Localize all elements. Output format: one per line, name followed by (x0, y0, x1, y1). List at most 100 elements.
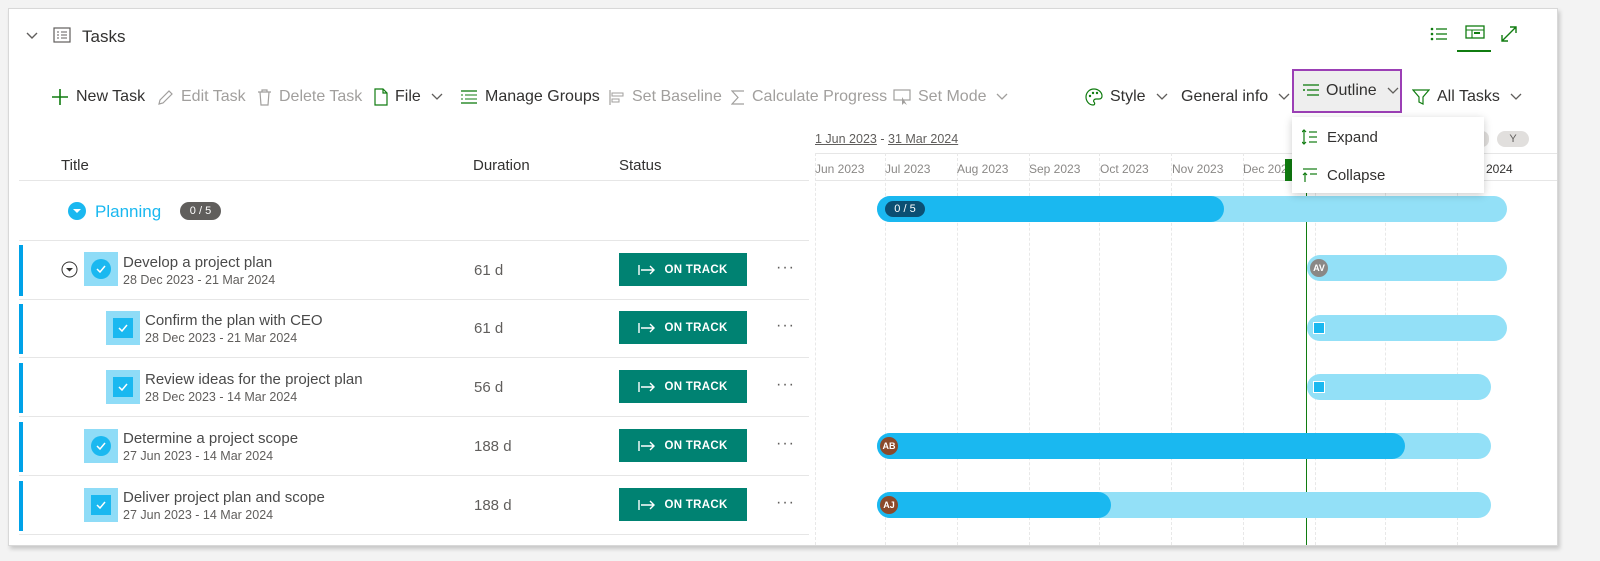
sigma-icon (731, 89, 744, 105)
task-dates: 28 Dec 2023 - 21 Mar 2024 (145, 331, 298, 345)
row-divider (19, 240, 809, 241)
status-badge[interactable]: ON TRACK (619, 488, 747, 521)
task-duration: 61 d (474, 320, 504, 337)
file-label: File (395, 88, 421, 105)
scale-toggle-year[interactable]: Y (1497, 131, 1529, 147)
manage-groups-label: Manage Groups (485, 88, 600, 105)
tasks-icon (53, 27, 71, 48)
file-menu-button[interactable]: File (374, 85, 450, 109)
check-icon (118, 324, 128, 332)
status-badge[interactable]: ON TRACK (619, 370, 747, 403)
filter-icon (1412, 89, 1430, 105)
avatar: AJ (880, 496, 898, 514)
chevron-down-icon (1510, 93, 1522, 100)
collapse-rows-icon (1302, 168, 1317, 182)
new-task-button[interactable]: New Task (51, 85, 145, 109)
chevron-down-icon (1387, 87, 1399, 94)
list-view-icon[interactable] (1430, 26, 1448, 47)
more-options-button[interactable]: ··· (776, 317, 795, 335)
task-checkbox[interactable] (84, 488, 118, 522)
status-badge[interactable]: ON TRACK (619, 429, 747, 462)
gantt-task-bar[interactable] (1307, 315, 1507, 341)
column-header-status[interactable]: Status (619, 157, 662, 174)
more-options-button[interactable]: ··· (776, 435, 795, 453)
row-indicator (19, 363, 23, 413)
status-label: ON TRACK (664, 321, 728, 334)
menu-item-collapse[interactable]: Collapse (1302, 163, 1385, 187)
delete-task-button[interactable]: Delete Task (257, 85, 362, 109)
arrow-right-bar-icon (638, 322, 656, 333)
gantt-task-bar[interactable] (1307, 374, 1491, 400)
task-title[interactable]: Review ideas for the project plan (145, 371, 363, 388)
arrow-right-bar-icon (638, 264, 656, 275)
group-collapse-icon[interactable] (68, 202, 86, 225)
general-info-button[interactable]: General info (1181, 85, 1297, 109)
task-title[interactable]: Confirm the plan with CEO (145, 312, 323, 329)
more-options-button[interactable]: ··· (776, 259, 795, 277)
range-separator: - (880, 132, 885, 146)
more-options-button[interactable]: ··· (776, 494, 795, 512)
task-title[interactable]: Determine a project scope (123, 430, 298, 447)
outline-button[interactable]: Outline (1292, 69, 1402, 113)
task-checkbox[interactable] (84, 252, 118, 286)
task-duration: 61 d (474, 262, 504, 279)
gantt-view-icon[interactable] (1465, 25, 1485, 47)
edit-task-button[interactable]: Edit Task (157, 85, 246, 109)
row-indicator (19, 245, 23, 296)
menu-item-expand[interactable]: Expand (1302, 125, 1378, 149)
month-label: Sep 2023 (1029, 162, 1081, 176)
gantt-gridline (815, 153, 816, 545)
range-start[interactable]: 1 Jun 2023 (815, 132, 877, 146)
group-name[interactable]: Planning (95, 202, 161, 222)
general-info-label: General info (1181, 88, 1269, 105)
range-end[interactable]: 31 Mar 2024 (888, 132, 958, 146)
row-expand-icon[interactable] (61, 261, 78, 283)
outline-dropdown-menu: Expand Collapse (1292, 117, 1484, 193)
task-dates: 28 Dec 2023 - 14 Mar 2024 (145, 390, 298, 404)
outline-label: Outline (1326, 82, 1377, 99)
active-view-underline (1457, 50, 1491, 52)
manage-groups-button[interactable]: Manage Groups (460, 85, 600, 109)
style-button[interactable]: Style (1085, 85, 1175, 109)
all-tasks-filter-button[interactable]: All Tasks (1412, 85, 1529, 109)
style-label: Style (1110, 88, 1146, 105)
row-divider (19, 475, 809, 476)
collapse-chevron-icon[interactable] (25, 29, 39, 48)
set-mode-icon (893, 88, 911, 105)
tasks-panel: Tasks New Task Edit Task Delete Task Fil… (8, 8, 1558, 546)
plus-icon (52, 89, 68, 105)
column-header-title[interactable]: Title (61, 157, 89, 174)
all-tasks-label: All Tasks (1437, 88, 1500, 105)
task-title[interactable]: Deliver project plan and scope (123, 489, 325, 506)
status-badge[interactable]: ON TRACK (619, 253, 747, 286)
outline-icon (1303, 84, 1319, 96)
manage-groups-icon (461, 90, 477, 104)
gantt-date-range[interactable]: 1 Jun 2023 - 31 Mar 2024 (815, 132, 958, 146)
task-checkbox[interactable] (106, 370, 140, 404)
group-count-badge: 0 / 5 (180, 202, 221, 220)
set-baseline-button[interactable]: Set Baseline (608, 85, 722, 109)
task-title[interactable]: Develop a project plan (123, 254, 272, 271)
row-divider (19, 357, 809, 358)
more-options-button[interactable]: ··· (776, 376, 795, 394)
expand-icon[interactable] (1500, 25, 1518, 48)
set-mode-button[interactable]: Set Mode (893, 85, 1015, 109)
scale-year-label: Y (1509, 133, 1517, 145)
status-badge[interactable]: ON TRACK (619, 311, 747, 344)
month-label: Nov 2023 (1172, 162, 1224, 176)
menu-item-label: Collapse (1327, 166, 1386, 184)
month-label: Jul 2023 (885, 162, 931, 176)
task-checkbox[interactable] (84, 429, 118, 463)
palette-icon (1085, 88, 1103, 106)
mini-checkbox-icon (1313, 381, 1325, 393)
status-label: ON TRACK (664, 263, 728, 276)
calculate-progress-button[interactable]: Calculate Progress (731, 85, 887, 109)
gantt-task-bar[interactable] (1307, 255, 1507, 281)
header-divider (19, 180, 809, 181)
row-divider (19, 534, 809, 535)
gantt-task-progress (877, 433, 1405, 459)
column-header-duration[interactable]: Duration (473, 157, 530, 174)
task-checkbox[interactable] (106, 311, 140, 345)
task-duration: 188 d (474, 438, 512, 455)
chevron-down-icon (997, 93, 1008, 100)
